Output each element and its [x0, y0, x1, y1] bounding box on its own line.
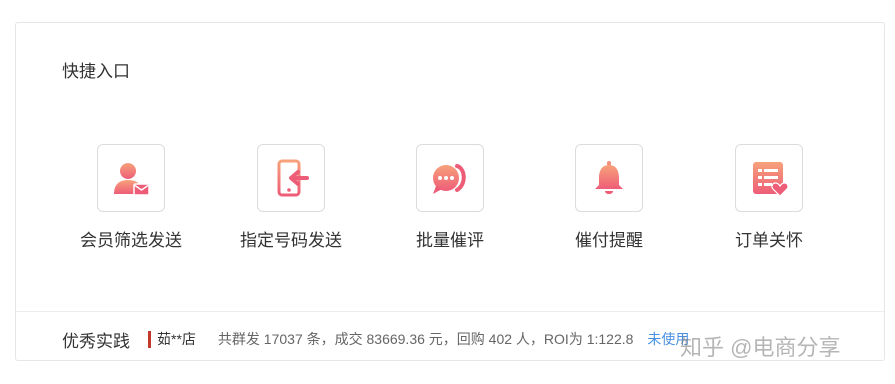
quick-entry-label: 批量催评 [416, 231, 484, 250]
quick-entry-label: 指定号码发送 [240, 231, 342, 250]
quick-entry-member-filter-send[interactable]: 会员筛选发送 [71, 144, 191, 251]
quick-entry-card: 快捷入口 会员筛选发送 指定号码发送 批量催评 催付提醒 订单关怀 优秀实践 茹… [15, 22, 885, 361]
quick-entry-payment-reminder[interactable]: 催付提醒 [549, 144, 669, 251]
quick-entry-order-care[interactable]: 订单关怀 [709, 144, 829, 251]
chat-bubble-icon [416, 144, 484, 212]
quick-entry-number-send[interactable]: 指定号码发送 [231, 144, 351, 251]
store-name: 茹**店 [157, 331, 196, 347]
quick-entry-batch-review[interactable]: 批量催评 [390, 144, 510, 251]
best-practice-title: 优秀实践 [62, 331, 130, 351]
bell-icon [575, 144, 643, 212]
watermark: 知乎 @电商分享 [680, 335, 841, 360]
quick-entry-label: 订单关怀 [735, 231, 803, 250]
section-title: 快捷入口 [62, 62, 130, 81]
divider [16, 311, 884, 312]
phone-arrow-icon [257, 144, 325, 212]
best-practice-row: 优秀实践 茹**店 共群发 17037 条，成交 83669.36 元，回购 4… [62, 329, 689, 351]
store-marker [148, 330, 151, 348]
member-mail-icon [97, 144, 165, 212]
quick-entry-label: 催付提醒 [575, 231, 643, 250]
practice-stats: 共群发 17037 条，成交 83669.36 元，回购 402 人，ROI为 … [217, 331, 634, 347]
quick-entry-label: 会员筛选发送 [80, 231, 182, 250]
order-heart-icon [735, 144, 803, 212]
